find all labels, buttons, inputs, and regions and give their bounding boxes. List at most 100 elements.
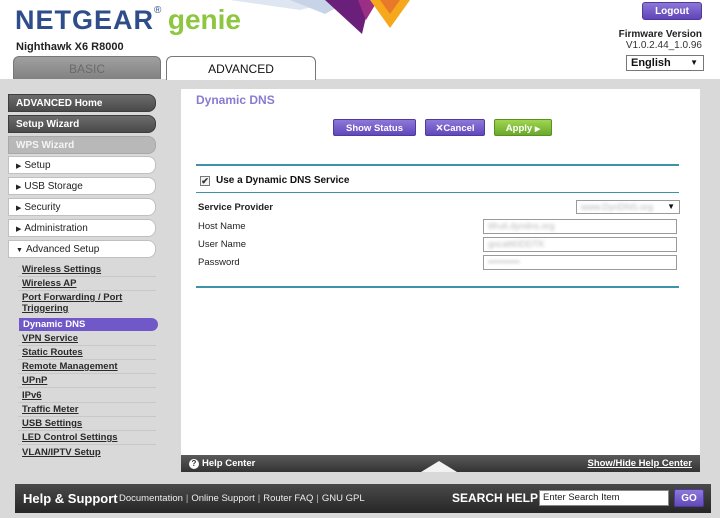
host-name-value: tifruit.dyndns.org <box>488 221 555 231</box>
search-help-label: SEARCH HELP <box>452 491 539 505</box>
use-ddns-row: ✔ Use a Dynamic DNS Service <box>200 175 349 186</box>
divider <box>18 290 156 291</box>
search-input[interactable]: Enter Search Item <box>539 490 669 506</box>
password-field[interactable]: •••••••••• <box>483 255 677 270</box>
host-name-label: Host Name <box>198 221 246 232</box>
content-panel: Dynamic DNS Show Status ✕Cancel Apply ▶ … <box>181 89 700 455</box>
separator: | <box>316 493 319 504</box>
sidebar-section-label: USB Storage <box>24 181 83 192</box>
sidebar-item-wireless-settings[interactable]: Wireless Settings <box>22 264 156 275</box>
dropdown-arrow-icon: ▼ <box>690 58 698 67</box>
divider <box>18 345 156 346</box>
help-center-bar: ? Help Center Show/Hide Help Center <box>181 455 700 472</box>
firmware-version-value: V1.0.2.44_1.0.96 <box>625 40 702 51</box>
language-select[interactable]: English ▼ <box>626 55 704 71</box>
sidebar-item-vpn-service[interactable]: VPN Service <box>22 333 156 344</box>
language-value: English <box>631 57 671 69</box>
show-hide-help-center-link[interactable]: Show/Hide Help Center <box>587 455 692 472</box>
collapse-arrow-icon: ▼ <box>16 247 23 254</box>
apply-label: Apply <box>505 123 533 134</box>
dropdown-arrow-icon: ▼ <box>667 202 675 211</box>
sidebar-section-advanced-setup[interactable]: ▼ Advanced Setup <box>8 240 156 258</box>
sidebar-wps-wizard[interactable]: WPS Wizard <box>8 136 156 154</box>
sidebar-section-usb-storage[interactable]: ▶ USB Storage <box>8 177 156 195</box>
divider <box>196 286 679 288</box>
divider <box>196 164 679 166</box>
sidebar-section-label: Administration <box>24 223 88 234</box>
router-model: Nighthawk X6 R8000 <box>16 41 124 53</box>
divider <box>18 373 156 374</box>
documentation-link[interactable]: Documentation <box>119 493 183 504</box>
footer: Help & Support Documentation | Online Supp… <box>15 484 711 513</box>
user-name-value: gocattt0DDTK <box>488 239 545 249</box>
service-provider-select[interactable]: www.DynDNS.org ▼ <box>576 200 680 214</box>
sidebar-section-label: Advanced Setup <box>25 244 100 255</box>
brand-registered-mark: ® <box>154 5 162 16</box>
sidebar-section-administration[interactable]: ▶ Administration <box>8 219 156 237</box>
sidebar-item-usb-settings[interactable]: USB Settings <box>22 418 156 429</box>
play-arrow-icon: ▶ <box>534 126 541 133</box>
divider <box>18 402 156 403</box>
host-name-field[interactable]: tifruit.dyndns.org <box>483 219 677 234</box>
sidebar-section-security[interactable]: ▶ Security <box>8 198 156 216</box>
help-icon: ? <box>189 459 199 469</box>
divider <box>196 192 679 193</box>
router-faq-link[interactable]: Router FAQ <box>263 493 313 504</box>
service-provider-label: Service Provider <box>198 202 273 213</box>
divider <box>18 444 156 445</box>
sidebar-setup-wizard[interactable]: Setup Wizard <box>8 115 156 133</box>
sidebar-section-label: Security <box>24 202 61 213</box>
help-support-title: Help & Support <box>23 491 118 506</box>
divider <box>18 430 156 431</box>
sidebar-section-setup[interactable]: ▶ Setup <box>8 156 156 174</box>
expand-arrow-icon: ▶ <box>16 184 22 191</box>
show-status-button[interactable]: Show Status <box>333 119 416 136</box>
cancel-label: Cancel <box>443 123 475 134</box>
divider <box>18 276 156 277</box>
password-value: •••••••••• <box>488 257 520 267</box>
netgear-genie-logo: NETGEAR® genie <box>15 6 241 34</box>
expand-help-arrow-icon[interactable] <box>421 461 457 472</box>
logout-button[interactable]: Logout <box>642 2 702 20</box>
expand-arrow-icon: ▶ <box>16 205 22 212</box>
cancel-button[interactable]: ✕Cancel <box>425 119 485 136</box>
page-title: Dynamic DNS <box>196 93 275 107</box>
header: NETGEAR® genie Nighthawk X6 R8000 Logout… <box>0 0 720 80</box>
sidebar-item-wireless-ap[interactable]: Wireless AP <box>22 278 156 289</box>
sidebar-item-vlan-iptv-setup[interactable]: VLAN/IPTV Setup <box>22 447 156 458</box>
tab-advanced[interactable]: ADVANCED <box>166 56 316 80</box>
sidebar-item-port-forwarding[interactable]: Port Forwarding / Port Triggering <box>22 292 156 314</box>
use-ddns-label: Use a Dynamic DNS Service <box>216 175 350 186</box>
apply-button[interactable]: Apply ▶ <box>494 119 552 136</box>
expand-arrow-icon: ▶ <box>16 226 22 233</box>
go-button[interactable]: GO <box>674 489 704 507</box>
sidebar-item-led-control-settings[interactable]: LED Control Settings <box>22 432 156 443</box>
divider <box>18 387 156 388</box>
header-decoration-graphic <box>230 0 410 34</box>
divider <box>18 359 156 360</box>
sidebar-item-static-routes[interactable]: Static Routes <box>22 347 156 358</box>
user-name-field[interactable]: gocattt0DDTK <box>483 237 677 252</box>
sidebar-item-dynamic-dns[interactable]: Dynamic DNS <box>19 318 158 331</box>
separator: | <box>185 493 189 504</box>
sidebar-item-upnp[interactable]: UPnP <box>22 375 156 386</box>
online-support-link[interactable]: Online Support <box>191 493 254 504</box>
divider <box>18 416 156 417</box>
expand-arrow-icon: ▶ <box>16 163 22 170</box>
separator: | <box>257 493 261 504</box>
sidebar-item-remote-management[interactable]: Remote Management <box>22 361 156 372</box>
service-provider-value: www.DynDNS.org <box>581 202 654 212</box>
help-center-label[interactable]: Help Center <box>202 458 255 469</box>
sidebar-item-traffic-meter[interactable]: Traffic Meter <box>22 404 156 415</box>
password-label: Password <box>198 257 240 268</box>
sidebar-section-label: Setup <box>24 160 51 171</box>
brand-netgear: NETGEAR <box>15 5 155 35</box>
sidebar-advanced-home[interactable]: ADVANCED Home <box>8 94 156 112</box>
gnu-gpl-link[interactable]: GNU GPL <box>322 493 365 504</box>
use-ddns-checkbox[interactable]: ✔ <box>200 176 210 186</box>
user-name-label: User Name <box>198 239 247 250</box>
firmware-version-label: Firmware Version <box>618 29 702 40</box>
tab-basic[interactable]: BASIC <box>13 56 161 80</box>
footer-links: Documentation | Online Support | Router FAQ |… <box>119 493 365 504</box>
sidebar-item-ipv6[interactable]: IPv6 <box>22 390 156 401</box>
